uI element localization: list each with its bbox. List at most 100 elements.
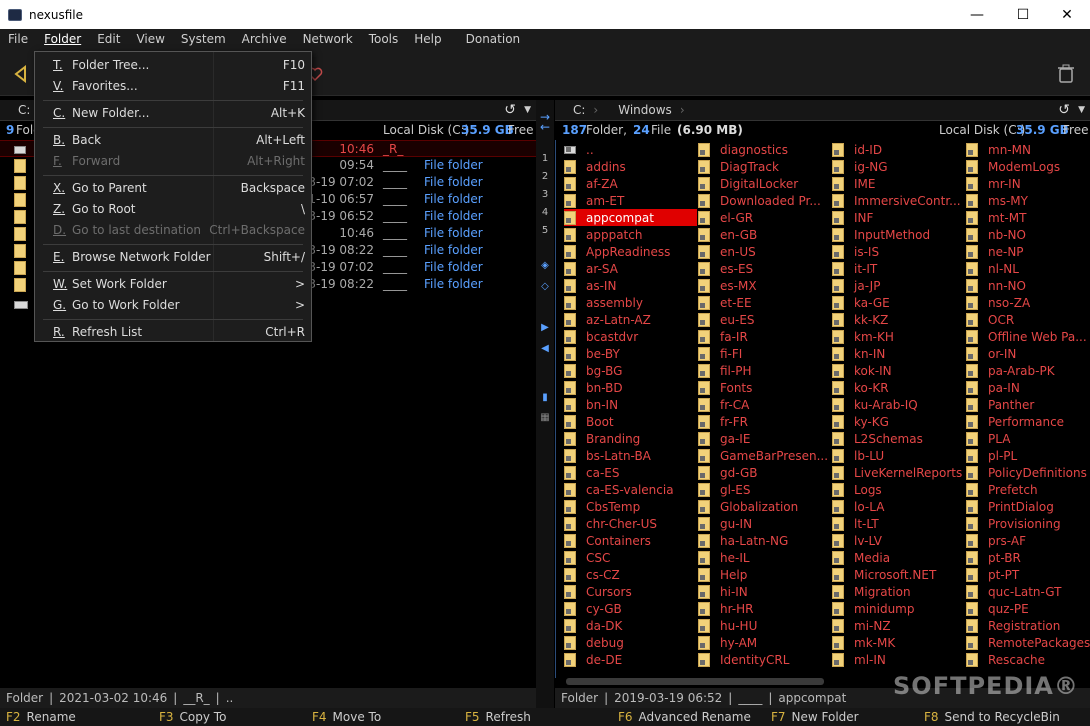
list-item[interactable]: cs-CZ xyxy=(564,566,697,583)
list-item[interactable]: mr-IN xyxy=(966,175,1090,192)
menu-item-back[interactable]: B. Back Alt+Left xyxy=(35,130,311,151)
list-item[interactable]: pa-Arab-PK xyxy=(966,362,1090,379)
maximize-button[interactable]: ☐ xyxy=(1000,0,1046,29)
left-refresh-icon[interactable]: ↺ xyxy=(504,102,516,118)
list-item[interactable]: L2Schemas xyxy=(832,430,965,447)
menu-archive[interactable]: Archive xyxy=(234,29,295,50)
list-item[interactable]: lv-LV xyxy=(832,532,965,549)
right-path-segment[interactable]: Windows xyxy=(618,103,672,117)
menu-item-forward[interactable]: F. Forward Alt+Right xyxy=(35,151,311,172)
recycle-bin-icon[interactable] xyxy=(1051,59,1081,89)
list-item[interactable]: af-ZA xyxy=(564,175,697,192)
list-item[interactable]: es-MX xyxy=(698,277,831,294)
menu-item-go-to-work-folder[interactable]: G. Go to Work Folder > xyxy=(35,295,311,316)
list-item[interactable]: bcastdvr xyxy=(564,328,697,345)
menu-help[interactable]: Help xyxy=(406,29,449,50)
list-item[interactable]: AppReadiness xyxy=(564,243,697,260)
list-item[interactable]: es-ES xyxy=(698,260,831,277)
menu-item-go-to-root[interactable]: Z. Go to Root \ xyxy=(35,199,311,220)
horizontal-scrollbar[interactable] xyxy=(566,678,824,685)
menu-folder[interactable]: Folder xyxy=(36,29,89,50)
list-item[interactable]: INF xyxy=(832,209,965,226)
list-item[interactable]: bn-IN xyxy=(564,396,697,413)
list-item[interactable]: nso-ZA xyxy=(966,294,1090,311)
list-item[interactable]: appcompat xyxy=(564,209,697,226)
list-item[interactable]: Rescache xyxy=(966,651,1090,668)
list-item[interactable]: PLA xyxy=(966,430,1090,447)
fkey-f8-button[interactable]: F8 Send to RecycleBin xyxy=(924,710,1060,724)
list-item[interactable]: fa-IR xyxy=(698,328,831,345)
list-item[interactable]: Branding xyxy=(564,430,697,447)
menu-donation[interactable]: Donation xyxy=(458,29,529,50)
list-item[interactable]: hu-HU xyxy=(698,617,831,634)
list-item[interactable]: el-GR xyxy=(698,209,831,226)
left-drive-label[interactable]: C: xyxy=(18,103,30,117)
list-item[interactable]: addins xyxy=(564,158,697,175)
list-item[interactable]: pt-PT xyxy=(966,566,1090,583)
list-item[interactable]: en-US xyxy=(698,243,831,260)
list-item[interactable]: lb-LU xyxy=(832,447,965,464)
menu-system[interactable]: System xyxy=(173,29,234,50)
menu-file[interactable]: File xyxy=(0,29,36,50)
list-item[interactable]: Containers xyxy=(564,532,697,549)
list-item[interactable]: .. xyxy=(564,141,697,158)
list-item[interactable]: Microsoft.NET xyxy=(832,566,965,583)
menu-item-folder-tree[interactable]: T. Folder Tree... F10 xyxy=(35,55,311,76)
list-item[interactable]: gu-IN xyxy=(698,515,831,532)
right-dropdown-icon[interactable]: ▼ xyxy=(1078,105,1085,115)
list-item[interactable]: ko-KR xyxy=(832,379,965,396)
list-item[interactable]: assembly xyxy=(564,294,697,311)
list-item[interactable]: de-DE xyxy=(564,651,697,668)
menu-item-refresh-list[interactable]: R. Refresh List Ctrl+R xyxy=(35,322,311,343)
list-item[interactable]: mk-MK xyxy=(832,634,965,651)
list-item[interactable]: chr-Cher-US xyxy=(564,515,697,532)
list-item[interactable]: Migration xyxy=(832,583,965,600)
list-item[interactable]: prs-AF xyxy=(966,532,1090,549)
list-item[interactable]: PolicyDefinitions xyxy=(966,464,1090,481)
list-item[interactable]: nn-NO xyxy=(966,277,1090,294)
menu-tools[interactable]: Tools xyxy=(361,29,407,50)
list-item[interactable]: ar-SA xyxy=(564,260,697,277)
list-item[interactable]: DiagTrack xyxy=(698,158,831,175)
list-item[interactable]: mn-MN xyxy=(966,141,1090,158)
list-item[interactable]: quc-Latn-GT xyxy=(966,583,1090,600)
expand-left-icon[interactable]: ◀ xyxy=(536,343,554,354)
list-item[interactable]: bs-Latn-BA xyxy=(564,447,697,464)
panel-tab-4[interactable]: 4 xyxy=(536,207,554,218)
list-item[interactable]: Offline Web Pa... xyxy=(966,328,1090,345)
drive-icon[interactable] xyxy=(14,301,28,309)
list-item[interactable]: pa-IN xyxy=(966,379,1090,396)
grid-icon[interactable]: ▦ xyxy=(536,412,554,423)
menu-item-go-to-parent[interactable]: X. Go to Parent Backspace xyxy=(35,178,311,199)
list-item[interactable]: ja-JP xyxy=(832,277,965,294)
minimize-button[interactable]: — xyxy=(954,0,1000,29)
list-item[interactable]: nb-NO xyxy=(966,226,1090,243)
fkey-f3-button[interactable]: F3 Copy To xyxy=(159,710,226,724)
list-item[interactable]: Panther xyxy=(966,396,1090,413)
menu-item-new-folder[interactable]: C. New Folder... Alt+K xyxy=(35,103,311,124)
list-item[interactable]: RemotePackages xyxy=(966,634,1090,651)
list-item[interactable]: fr-CA xyxy=(698,396,831,413)
list-item[interactable]: Help xyxy=(698,566,831,583)
list-item[interactable]: IME xyxy=(832,175,965,192)
fkey-f2-button[interactable]: F2 Rename xyxy=(6,710,76,724)
menu-edit[interactable]: Edit xyxy=(89,29,128,50)
back-icon[interactable] xyxy=(6,59,36,89)
list-item[interactable]: ca-ES xyxy=(564,464,697,481)
list-item[interactable]: Performance xyxy=(966,413,1090,430)
list-item[interactable]: ne-NP xyxy=(966,243,1090,260)
list-item[interactable]: it-IT xyxy=(832,260,965,277)
list-item[interactable]: CSC xyxy=(564,549,697,566)
menu-item-set-work-folder[interactable]: W. Set Work Folder > xyxy=(35,274,311,295)
list-item[interactable]: kn-IN xyxy=(832,345,965,362)
fkey-f6-button[interactable]: F6 Advanced Rename xyxy=(618,710,751,724)
expand-right-icon[interactable]: ▶ xyxy=(536,322,554,333)
list-item[interactable]: et-EE xyxy=(698,294,831,311)
list-item[interactable]: ImmersiveContr... xyxy=(832,192,965,209)
fkey-f7-button[interactable]: F7 New Folder xyxy=(771,710,859,724)
list-item[interactable]: is-IS xyxy=(832,243,965,260)
panel-tab-2[interactable]: 2 xyxy=(536,171,554,182)
list-item[interactable]: nl-NL xyxy=(966,260,1090,277)
list-item[interactable]: bn-BD xyxy=(564,379,697,396)
fkey-f4-button[interactable]: F4 Move To xyxy=(312,710,381,724)
